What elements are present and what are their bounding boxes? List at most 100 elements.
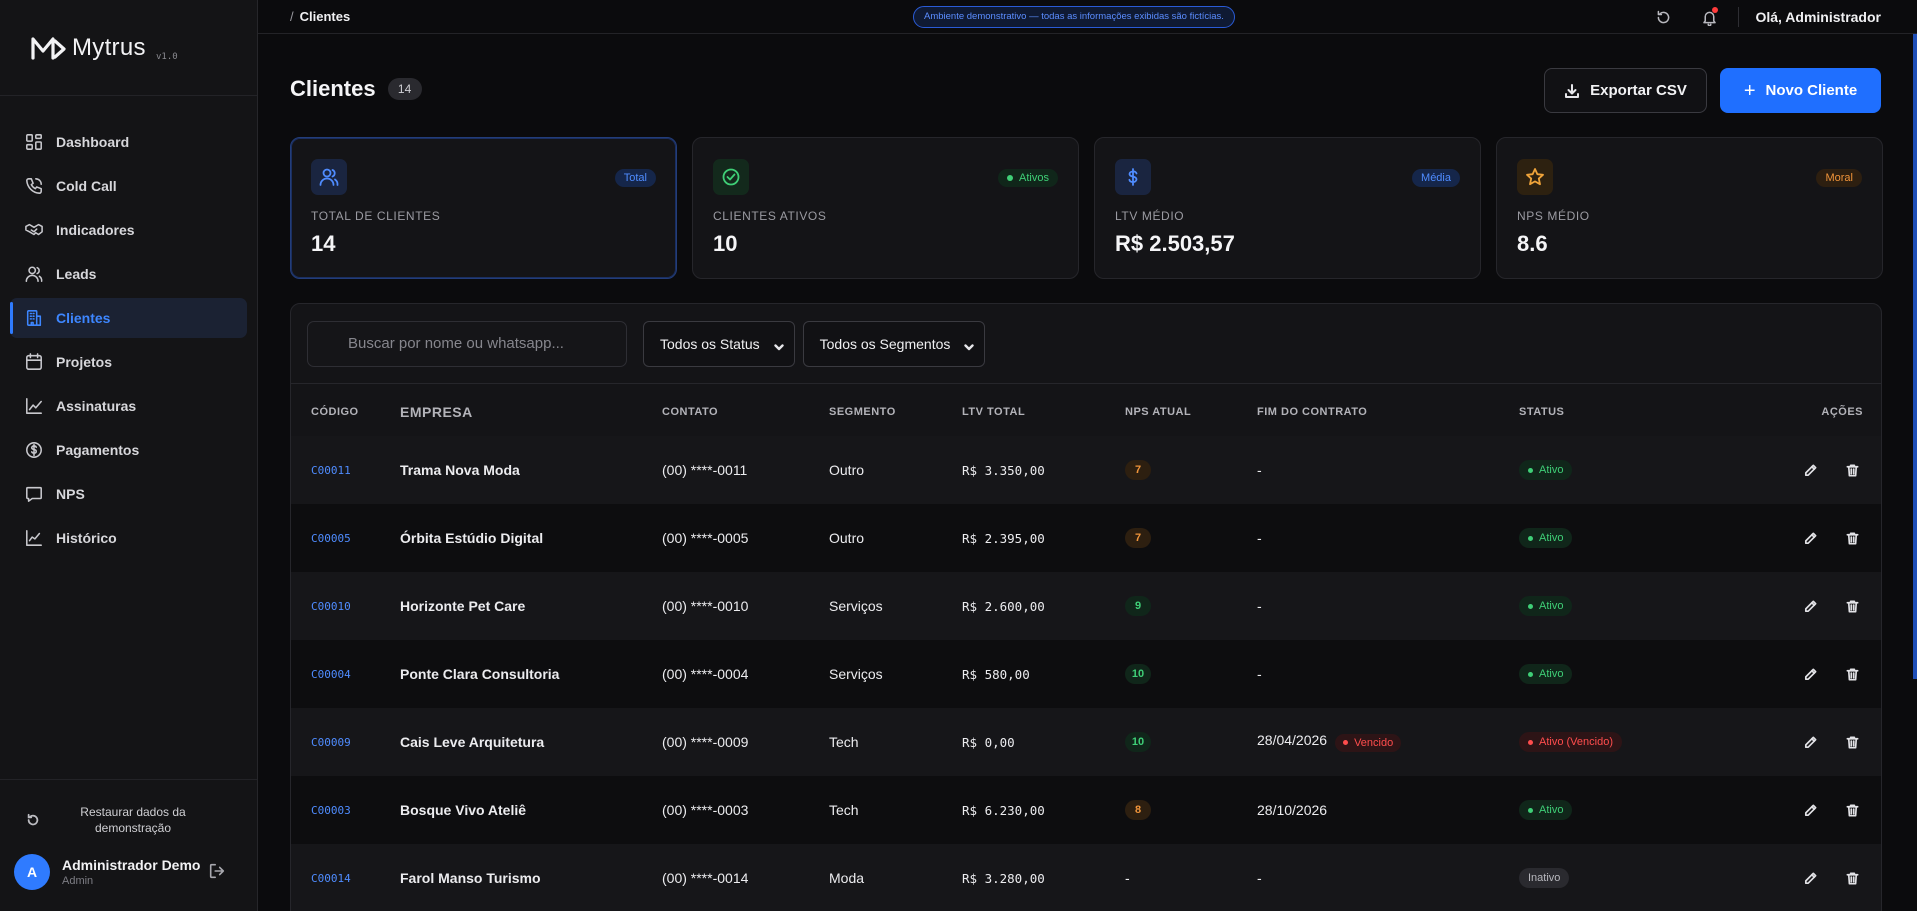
sidebar-item-indicadores[interactable]: Indicadores: [10, 210, 247, 250]
sidebar-item-pagamentos[interactable]: Pagamentos: [10, 430, 247, 470]
trash-icon: [1846, 668, 1858, 680]
pencil-icon: [1804, 464, 1817, 476]
table-row[interactable]: C00005 Órbita Estúdio Digital (00) ****-…: [291, 504, 1881, 572]
status-filter-select[interactable]: Todos os Status: [643, 320, 795, 367]
star-icon: [1517, 159, 1553, 195]
sidebar-item-assinaturas[interactable]: Assinaturas: [10, 386, 247, 426]
delete-button[interactable]: [1841, 527, 1863, 549]
notifications-button[interactable]: [1698, 6, 1720, 28]
table-row[interactable]: C00003 Bosque Vivo Ateliê (00) ****-0003…: [291, 776, 1881, 844]
col-ltv-total[interactable]: LTV TOTAL: [962, 384, 1125, 436]
delete-button[interactable]: [1841, 799, 1863, 821]
col-contato[interactable]: CONTATO: [662, 384, 829, 436]
edit-button[interactable]: [1799, 527, 1821, 549]
sidebar-item-cold-call[interactable]: Cold Call: [10, 166, 247, 206]
scrollbar[interactable]: [1913, 34, 1917, 679]
user-greeting[interactable]: Olá, Administrador: [1755, 9, 1881, 25]
col-segmento[interactable]: SEGMENTO: [829, 384, 962, 436]
card-nps-medio[interactable]: Moral NPS MÉDIO 8.6: [1496, 137, 1883, 279]
client-code[interactable]: C00011: [291, 436, 400, 504]
row-actions: [1739, 572, 1881, 640]
col-empresa[interactable]: EMPRESA: [400, 384, 662, 436]
edit-button[interactable]: [1799, 867, 1821, 889]
edit-button[interactable]: [1799, 595, 1821, 617]
client-code[interactable]: C00014: [291, 844, 400, 911]
client-contract-end: -: [1257, 844, 1519, 911]
edit-button[interactable]: [1799, 731, 1821, 753]
expired-badge: Vencido: [1335, 733, 1402, 752]
sidebar-item-label: Histórico: [56, 530, 117, 546]
table-row[interactable]: C00009 Cais Leve Arquitetura (00) ****-0…: [291, 708, 1881, 776]
client-nps-cell: 7: [1125, 436, 1257, 504]
client-contract-end: 28/10/2026: [1257, 776, 1519, 844]
client-code[interactable]: C00010: [291, 572, 400, 640]
card-clientes-ativos[interactable]: Ativos CLIENTES ATIVOS 10: [692, 137, 1079, 279]
chevron-down-icon: [773, 339, 784, 350]
export-csv-button[interactable]: Exportar CSV: [1544, 68, 1707, 113]
new-client-button[interactable]: + Novo Cliente: [1720, 68, 1881, 113]
client-ltv: R$ 6.230,00: [962, 776, 1125, 844]
segment-filter-value: Todos os Segmentos: [819, 335, 951, 352]
sidebar-item-clientes[interactable]: Clientes: [10, 298, 247, 338]
segment-filter-select[interactable]: Todos os Segmentos: [802, 320, 986, 367]
client-code[interactable]: C00005: [291, 504, 400, 572]
status-badge: Ativo: [1519, 596, 1573, 617]
nps-badge: 7: [1125, 528, 1151, 548]
client-contract-end: -: [1257, 504, 1519, 572]
col-status[interactable]: STATUS: [1519, 384, 1739, 436]
table-row[interactable]: C00014 Farol Manso Turismo (00) ****-001…: [291, 844, 1881, 911]
sidebar-item-leads[interactable]: Leads: [10, 254, 247, 294]
table-row[interactable]: C00004 Ponte Clara Consultoria (00) ****…: [291, 640, 1881, 708]
row-actions: [1739, 844, 1881, 911]
client-code[interactable]: C00004: [291, 640, 400, 708]
client-code[interactable]: C00009: [291, 708, 400, 776]
avatar[interactable]: A: [14, 854, 50, 890]
col-codigo[interactable]: CÓDIGO: [291, 384, 400, 436]
delete-button[interactable]: [1841, 731, 1863, 753]
card-tag-label: Ativos: [1019, 172, 1049, 184]
users-icon: [311, 159, 347, 195]
brand[interactable]: Mytrus v1.0: [0, 0, 257, 96]
col-nps-atual[interactable]: NPS ATUAL: [1125, 384, 1257, 436]
client-company: Ponte Clara Consultoria: [400, 640, 662, 708]
client-contract-end: -: [1257, 436, 1519, 504]
delete-button[interactable]: [1841, 595, 1863, 617]
status-badge: Ativo: [1519, 528, 1573, 549]
client-company: Órbita Estúdio Digital: [400, 504, 662, 572]
sidebar: Mytrus v1.0 Dashboard Cold Call Indicado…: [0, 0, 258, 911]
delete-button[interactable]: [1841, 459, 1863, 481]
search-input[interactable]: [307, 320, 627, 367]
top-actions: Olá, Administrador: [1628, 0, 1881, 34]
status-dot: [1528, 603, 1533, 609]
edit-button[interactable]: [1799, 663, 1821, 685]
client-contract-end: 28/04/2026: [1257, 732, 1328, 749]
delete-button[interactable]: [1841, 663, 1863, 685]
row-actions: [1739, 776, 1881, 844]
status-label: Ativo: [1539, 668, 1564, 681]
status-badge: Ativo (Vencido): [1519, 732, 1622, 753]
client-segment: Moda: [829, 844, 962, 911]
sidebar-item-nps[interactable]: NPS: [10, 474, 247, 514]
logout-button[interactable]: [208, 862, 228, 882]
restore-demo-button[interactable]: Restaurar dados da demonstração: [0, 780, 257, 836]
table-row[interactable]: C00010 Horizonte Pet Care (00) ****-0010…: [291, 572, 1881, 640]
client-segment: Serviços: [829, 572, 962, 640]
refresh-button[interactable]: [1652, 6, 1674, 28]
card-total-clientes[interactable]: Total TOTAL DE CLIENTES 14: [290, 137, 677, 279]
delete-button[interactable]: [1841, 867, 1863, 889]
edit-button[interactable]: [1799, 459, 1821, 481]
col-fim-contrato[interactable]: FIM DO CONTRATO: [1257, 384, 1519, 436]
trash-icon: [1846, 532, 1858, 544]
nps-badge: 10: [1125, 732, 1151, 752]
edit-button[interactable]: [1799, 799, 1821, 821]
sidebar-item-historico[interactable]: Histórico: [10, 518, 247, 558]
sidebar-item-dashboard[interactable]: Dashboard: [10, 122, 247, 162]
clients-table: CÓDIGO EMPRESA CONTATO SEGMENTO LTV TOTA…: [291, 384, 1881, 911]
card-label: NPS MÉDIO: [1517, 209, 1590, 223]
client-code[interactable]: C00003: [291, 776, 400, 844]
brand-version: v1.0: [156, 52, 178, 62]
card-ltv-medio[interactable]: Média LTV MÉDIO R$ 2.503,57: [1094, 137, 1481, 279]
sidebar-item-projetos[interactable]: Projetos: [10, 342, 247, 382]
download-icon: [1565, 83, 1580, 98]
table-row[interactable]: C00011 Trama Nova Moda (00) ****-0011 Ou…: [291, 436, 1881, 504]
